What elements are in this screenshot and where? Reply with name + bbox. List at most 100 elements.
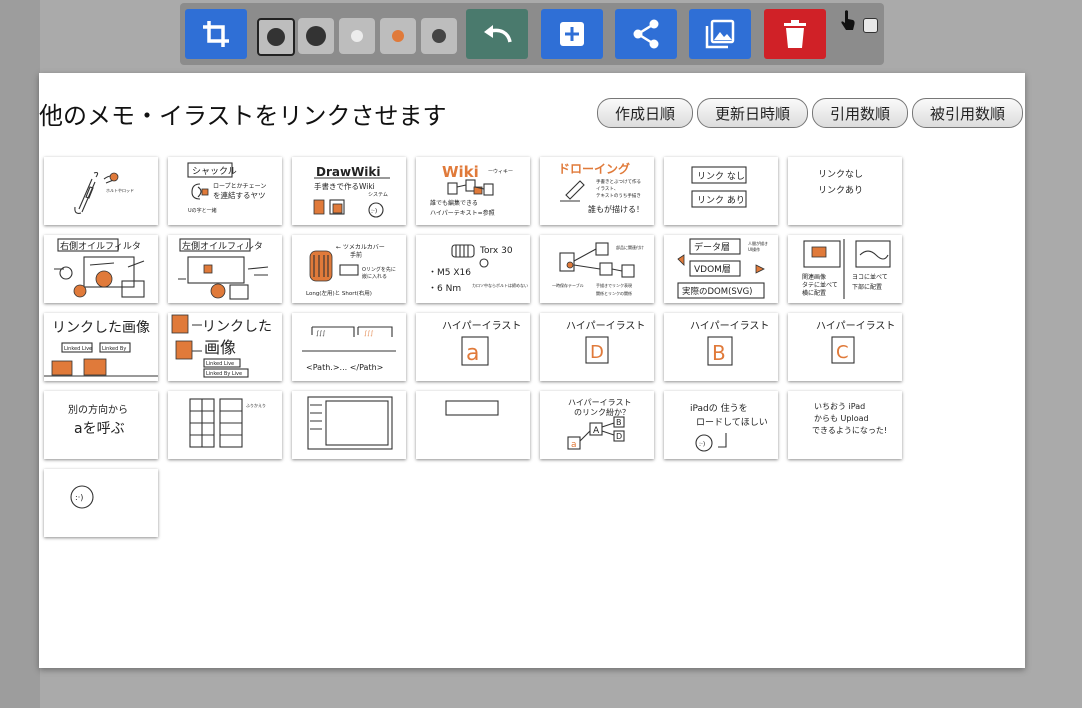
memo-card[interactable]: ハイパーイラスト D <box>540 313 654 381</box>
gallery-icon <box>705 19 735 49</box>
svg-text:手描きでリンク表現: 手描きでリンク表現 <box>596 282 632 288</box>
pen-color-orange-button[interactable] <box>380 18 416 54</box>
svg-text:B: B <box>616 418 622 427</box>
svg-text:右側オイルフィルタ: 右側オイルフィルタ <box>60 240 141 252</box>
sort-by-citations-button[interactable]: 引用数順 <box>811 98 908 128</box>
svg-text:いちおう iPad: いちおう iPad <box>814 402 865 411</box>
svg-text:部品に関連付け: 部品に関連付け <box>616 244 644 250</box>
memo-card[interactable]: リンクした 画像 Linked Live Linked By Live <box>168 313 282 381</box>
svg-text:Linked By Live: Linked By Live <box>206 371 242 377</box>
pen-color-dark-button[interactable] <box>421 18 457 54</box>
crop-icon <box>203 21 229 47</box>
memo-card[interactable]: Torx 30 ・M5 X16 ・6 Nm カロソ中ならボルトは締めない <box>416 235 530 303</box>
memo-card[interactable]: ふりかえり <box>168 391 282 459</box>
svg-text:ーウィキー: ーウィキー <box>488 168 513 175</box>
memo-card[interactable]: 別の方向から aを呼ぶ <box>44 391 158 459</box>
gallery-button[interactable] <box>689 9 751 59</box>
pen-size-large-button[interactable] <box>257 18 295 56</box>
pen-size-medium-button[interactable] <box>298 18 334 54</box>
memo-card[interactable]: ∫∫∫ ∫∫∫ <Path.>... </Path> <box>292 313 406 381</box>
memo-card[interactable]: ハイパーイラスト C <box>788 313 902 381</box>
memo-card[interactable]: ハイパーイラスト a <box>416 313 530 381</box>
memo-card[interactable]: 関連画像 タテに並べて 横に配置 ヨコに並べて 下部に配置 <box>788 235 902 303</box>
memo-card[interactable]: ホルトやロッド <box>44 157 158 225</box>
memo-card[interactable]: 左側オイルフィルタ <box>168 235 282 303</box>
svg-text:実際のDOM(SVG): 実際のDOM(SVG) <box>682 286 753 297</box>
crop-button[interactable] <box>185 9 247 59</box>
svg-text:リンクなし: リンクなし <box>818 169 863 180</box>
add-icon <box>560 22 584 46</box>
svg-text:D: D <box>616 432 622 441</box>
trash-icon <box>784 20 806 48</box>
svg-text:Oリングを先に: Oリングを先に <box>362 266 396 273</box>
svg-text:Uの字と一緒: Uの字と一緒 <box>188 207 217 214</box>
undo-icon <box>484 25 512 43</box>
memo-card[interactable]: :·) <box>44 469 158 537</box>
memo-card[interactable]: リンクした画像 Linked Live Linked By <box>44 313 158 381</box>
svg-text:Wiki: Wiki <box>442 163 479 181</box>
undo-button[interactable] <box>466 9 528 59</box>
svg-text:ハイパーイラスト: ハイパーイラスト <box>816 320 895 332</box>
memo-card[interactable] <box>292 391 406 459</box>
svg-text:左側オイルフィルタ: 左側オイルフィルタ <box>182 240 263 252</box>
svg-text:ハイパーテキスト=参照: ハイパーテキスト=参照 <box>430 209 495 217</box>
sort-by-created-button[interactable]: 作成日順 <box>596 98 693 128</box>
svg-text:ふりかえり: ふりかえり <box>246 402 266 408</box>
svg-text:シャックル: シャックル <box>192 166 237 177</box>
svg-text:B: B <box>712 341 726 365</box>
svg-text:からも Upload: からも Upload <box>814 414 869 423</box>
svg-text:できるようになった!: できるようになった! <box>812 426 887 435</box>
memo-card[interactable]: 右側オイルフィルタ <box>44 235 158 303</box>
svg-text:人間が描き: 人間が描き <box>748 240 768 246</box>
svg-text:横に配置: 横に配置 <box>802 289 826 297</box>
svg-text:別の方向から: 別の方向から <box>68 403 128 416</box>
memo-card[interactable]: ハイパーイラスト のリンク紛か？ a A B D <box>540 391 654 459</box>
svg-text:ハイパーイラスト: ハイパーイラスト <box>566 320 645 332</box>
memo-card[interactable]: リンク なし リンク あり <box>664 157 778 225</box>
memo-card[interactable]: 部品に関連付け 一時保存テーブル 手描きでリンク表現 関係とリンクの関係 <box>540 235 654 303</box>
add-button[interactable] <box>541 9 603 59</box>
toolbar <box>180 3 884 65</box>
delete-button[interactable] <box>764 9 826 59</box>
svg-text:のリンク紛か？: のリンク紛か？ <box>574 407 630 417</box>
sort-buttons: 作成日順 更新日時順 引用数順 被引用数順 <box>596 98 1023 128</box>
memo-card[interactable]: シャックル ロープとかチェーン を連結するヤツ Uの字と一緒 <box>168 157 282 225</box>
svg-text:・M5 X16: ・M5 X16 <box>428 268 471 278</box>
memo-card[interactable]: リンクなし リンクあり <box>788 157 902 225</box>
svg-text:手前: 手前 <box>350 251 362 259</box>
memo-card[interactable]: いちおう iPad からも Upload できるようになった! <box>788 391 902 459</box>
memo-card[interactable]: データ層 人間が描き UI操作 VDOM層 実際のDOM(SVG) <box>664 235 778 303</box>
memo-card[interactable]: DrawWiki 手書きで作るWiki システム :·) <box>292 157 406 225</box>
svg-text:a: a <box>466 341 479 366</box>
svg-text:ハイパーイラスト: ハイパーイラスト <box>690 320 769 332</box>
svg-text:a: a <box>571 440 577 450</box>
svg-text:A: A <box>593 426 600 436</box>
sort-by-cited-button[interactable]: 被引用数順 <box>911 98 1023 128</box>
memo-card[interactable]: ← ツメカルカバー 手前 Oリングを先に 嵌に入れる Long(左用)と Sho… <box>292 235 406 303</box>
memo-card[interactable]: Wiki ーウィキー 誰でも編集できる ハイパーテキスト=参照 <box>416 157 530 225</box>
svg-text:ハイパーイラスト: ハイパーイラスト <box>568 398 632 407</box>
pen-color-orange-dot <box>392 30 404 42</box>
hand-mode-checkbox[interactable] <box>863 18 878 33</box>
svg-text:カロソ中ならボルトは締めない: カロソ中ならボルトは締めない <box>472 282 528 288</box>
svg-text:ドローイング: ドローイング <box>558 161 630 176</box>
memo-card[interactable]: iPadの 住うを ロードしてほしい :·) <box>664 391 778 459</box>
sort-by-updated-button[interactable]: 更新日時順 <box>696 98 808 128</box>
svg-text:タテに並べて: タテに並べて <box>802 281 838 289</box>
memo-card[interactable] <box>416 391 530 459</box>
memo-card[interactable]: ハイパーイラスト B <box>664 313 778 381</box>
svg-text:リンク なし: リンク なし <box>697 171 745 182</box>
svg-text:誰もが描ける！: 誰もが描ける！ <box>588 204 644 214</box>
pen-color-gray-button[interactable] <box>339 18 375 54</box>
page: 他のメモ・イラストをリンクさせます 作成日順 更新日時順 引用数順 被引用数順 … <box>39 73 1025 668</box>
memo-card[interactable]: ドローイング 手書きとぶつけて作る イラスト、 テキストのうち手描き 誰もが描け… <box>540 157 654 225</box>
svg-text::·): :·) <box>371 208 377 215</box>
svg-text:を連結するヤツ: を連結するヤツ <box>213 190 266 200</box>
svg-text:Torx 30: Torx 30 <box>479 246 513 256</box>
svg-text:Long(左用)と Short(右用): Long(左用)と Short(右用) <box>306 289 372 297</box>
svg-text:システム: システム <box>368 192 388 198</box>
share-button[interactable] <box>615 9 677 59</box>
svg-text:手書きとぶつけて作る: 手書きとぶつけて作る <box>596 178 641 185</box>
hand-pointer-icon[interactable] <box>840 9 856 31</box>
svg-text:ホルトやロッド: ホルトやロッド <box>106 187 134 193</box>
